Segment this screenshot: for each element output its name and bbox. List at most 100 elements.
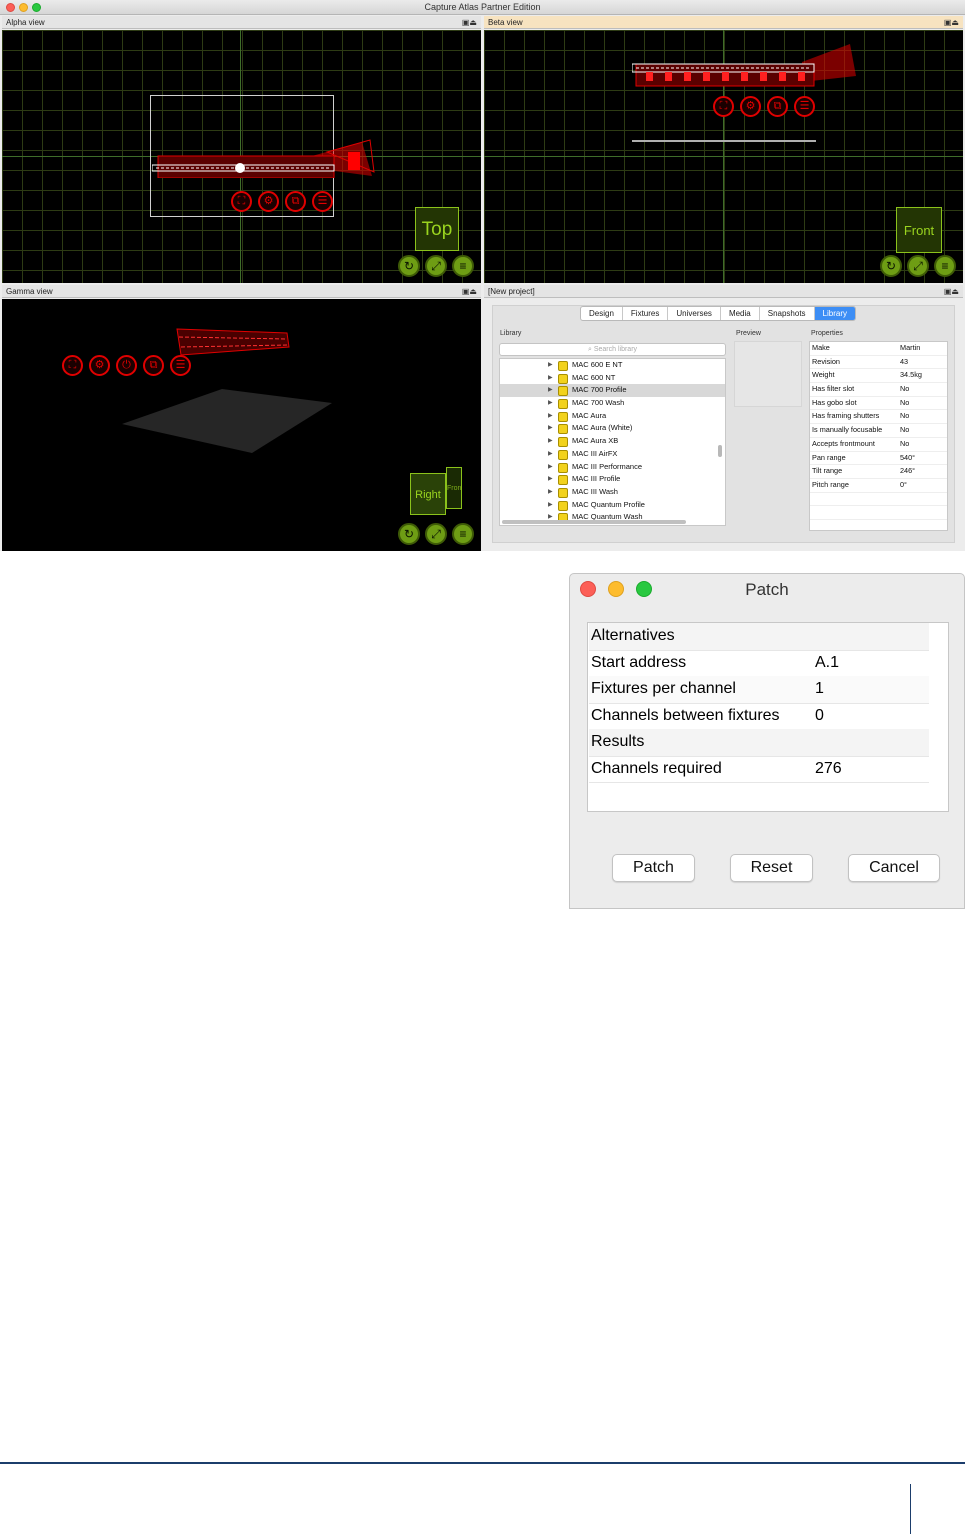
property-value: 0°	[900, 479, 907, 489]
patch-setting-row[interactable]: Channels between fixtures 0	[589, 703, 929, 730]
patch-setting-row[interactable]: Channels required 276	[589, 756, 929, 783]
alpha-viewport[interactable]: ⛶ ⚙ ⧉ ☰ Top ↻ ⤢ ≡	[2, 30, 481, 283]
property-row: Revision 43	[810, 356, 947, 370]
power-icon[interactable]: ⏻	[116, 355, 137, 376]
gear-icon[interactable]: ⚙	[258, 191, 279, 212]
gamma-viewport[interactable]: ⛶ ⚙ ⏻ ⧉ ☰ Right Front ↻ ⤢ ≡	[2, 299, 481, 551]
library-item[interactable]: ▶ MAC III Profile	[500, 473, 725, 486]
expand-arrow-icon[interactable]: ▶	[548, 359, 553, 372]
notes-icon[interactable]: ☰	[170, 355, 191, 376]
patch-setting-value[interactable]: 276	[815, 756, 842, 783]
library-horizontal-scrollbar[interactable]	[502, 520, 686, 524]
search-library-field[interactable]: ⌕ Search library	[499, 343, 726, 356]
expand-arrow-icon[interactable]: ▶	[548, 422, 553, 435]
copy-icon[interactable]: ⧉	[285, 191, 306, 212]
tab-design[interactable]: Design	[581, 307, 623, 320]
expand-arrow-icon[interactable]: ▶	[548, 397, 553, 410]
patch-setting-value[interactable]: 0	[815, 703, 824, 730]
view-menu-icon[interactable]: ≡	[452, 523, 474, 545]
notes-icon[interactable]: ☰	[312, 191, 333, 212]
library-item[interactable]: ▶ MAC 600 NT	[500, 372, 725, 385]
truss-fixtures-top[interactable]	[152, 138, 382, 178]
rotate-view-icon[interactable]: ↻	[398, 255, 420, 277]
dialog-title: Patch	[745, 580, 789, 599]
patch-setting-row[interactable]: Start address A.1	[589, 650, 929, 677]
project-panel: [New project] ▣⏏ Design Fixtures Univers…	[484, 285, 963, 551]
expand-arrow-icon[interactable]: ▶	[548, 435, 553, 448]
rotate-view-icon[interactable]: ↻	[880, 255, 902, 277]
patch-setting-label: Fixtures per channel	[591, 680, 736, 697]
copy-icon[interactable]: ⧉	[143, 355, 164, 376]
tab-fixtures[interactable]: Fixtures	[623, 307, 669, 320]
patch-setting-row[interactable]: Fixtures per channel 1	[589, 676, 929, 704]
tab-media[interactable]: Media	[721, 307, 760, 320]
expand-arrow-icon[interactable]: ▶	[548, 410, 553, 423]
panel-undock-icon[interactable]: ▣⏏	[944, 285, 959, 298]
library-item[interactable]: ▶ MAC III Performance	[500, 461, 725, 474]
panel-undock-icon[interactable]: ▣⏏	[462, 285, 477, 298]
pan-view-icon[interactable]: ⤢	[425, 523, 447, 545]
expand-arrow-icon[interactable]: ▶	[548, 461, 553, 474]
view-cube-top[interactable]: Top	[415, 207, 459, 251]
project-tabs: Design Fixtures Universes Media Snapshot…	[580, 306, 856, 321]
library-item[interactable]: ▶ MAC Aura (White)	[500, 422, 725, 435]
patch-setting-value[interactable]: 1	[815, 676, 824, 703]
fixture-icon	[558, 462, 568, 473]
beta-view-title: Beta view	[488, 18, 523, 27]
footer-rule	[0, 1462, 965, 1464]
gear-icon[interactable]: ⚙	[89, 355, 110, 376]
project-panel-header: [New project] ▣⏏	[484, 285, 963, 298]
view-cube-front-face[interactable]: Front	[446, 467, 462, 509]
expand-arrow-icon[interactable]: ▶	[548, 372, 553, 385]
cancel-button[interactable]: Cancel	[848, 854, 940, 882]
patch-button[interactable]: Patch	[612, 854, 695, 882]
beta-viewport[interactable]: ⛶ ⚙ ⧉ ☰ Front ↻ ⤢ ≡	[484, 30, 963, 283]
expand-arrow-icon[interactable]: ▶	[548, 486, 553, 499]
stage-floor-line	[632, 140, 816, 142]
tab-universes[interactable]: Universes	[668, 307, 721, 320]
library-item[interactable]: ▶ MAC III AirFX	[500, 448, 725, 461]
view-menu-icon[interactable]: ≡	[452, 255, 474, 277]
library-item[interactable]: ▶ MAC 700 Profile	[500, 384, 725, 398]
pan-view-icon[interactable]: ⤢	[907, 255, 929, 277]
properties-label: Properties	[811, 330, 843, 337]
patch-setting-value[interactable]: A.1	[815, 650, 839, 677]
expand-arrow-icon[interactable]: ▶	[548, 384, 553, 397]
expand-arrow-icon[interactable]: ▶	[548, 448, 553, 461]
library-vertical-scrollbar[interactable]	[718, 445, 722, 457]
tab-snapshots[interactable]: Snapshots	[760, 307, 815, 320]
reset-button[interactable]: Reset	[730, 854, 813, 882]
library-item[interactable]: ▶ MAC 600 E NT	[500, 359, 725, 372]
panel-undock-icon[interactable]: ▣⏏	[944, 16, 959, 29]
property-key: Has gobo slot	[812, 397, 857, 407]
notes-icon[interactable]: ☰	[794, 96, 815, 117]
truss-fixtures-3d[interactable]	[167, 325, 297, 359]
pan-view-icon[interactable]: ⤢	[425, 255, 447, 277]
view-cube-3d[interactable]: Right Front	[410, 465, 462, 517]
library-tree[interactable]: ▶ MAC 600 E NT ▶ MAC 600 NT ▶ MAC 700 Profile…	[499, 358, 726, 526]
library-item[interactable]: ▶ MAC Aura	[500, 410, 725, 423]
panel-undock-icon[interactable]: ▣⏏	[462, 16, 477, 29]
expand-arrow-icon[interactable]: ▶	[548, 473, 553, 486]
library-item[interactable]: ▶ MAC Quantum Profile	[500, 499, 725, 512]
copy-icon[interactable]: ⧉	[767, 96, 788, 117]
library-item-label: MAC 600 NT	[572, 372, 616, 382]
fixture-icon	[558, 411, 568, 422]
fit-view-icon[interactable]: ⛶	[62, 355, 83, 376]
tab-library[interactable]: Library	[814, 307, 855, 320]
library-item[interactable]: ▶ MAC Aura XB	[500, 435, 725, 448]
view-menu-icon[interactable]: ≡	[934, 255, 956, 277]
expand-arrow-icon[interactable]: ▶	[548, 499, 553, 512]
fit-view-icon[interactable]: ⛶	[231, 191, 252, 212]
fixture-icon	[558, 487, 568, 498]
fit-view-icon[interactable]: ⛶	[713, 96, 734, 117]
library-item[interactable]: ▶ MAC 700 Wash	[500, 397, 725, 410]
property-value: 540°	[900, 452, 916, 462]
rotate-view-icon[interactable]: ↻	[398, 523, 420, 545]
truss-fixtures-front[interactable]	[632, 42, 862, 90]
view-cube-front[interactable]: Front	[896, 207, 942, 253]
gear-icon[interactable]: ⚙	[740, 96, 761, 117]
library-item[interactable]: ▶ MAC III Wash	[500, 486, 725, 499]
view-cube-right-face[interactable]: Right	[410, 473, 446, 515]
property-key: Pan range	[812, 452, 846, 462]
